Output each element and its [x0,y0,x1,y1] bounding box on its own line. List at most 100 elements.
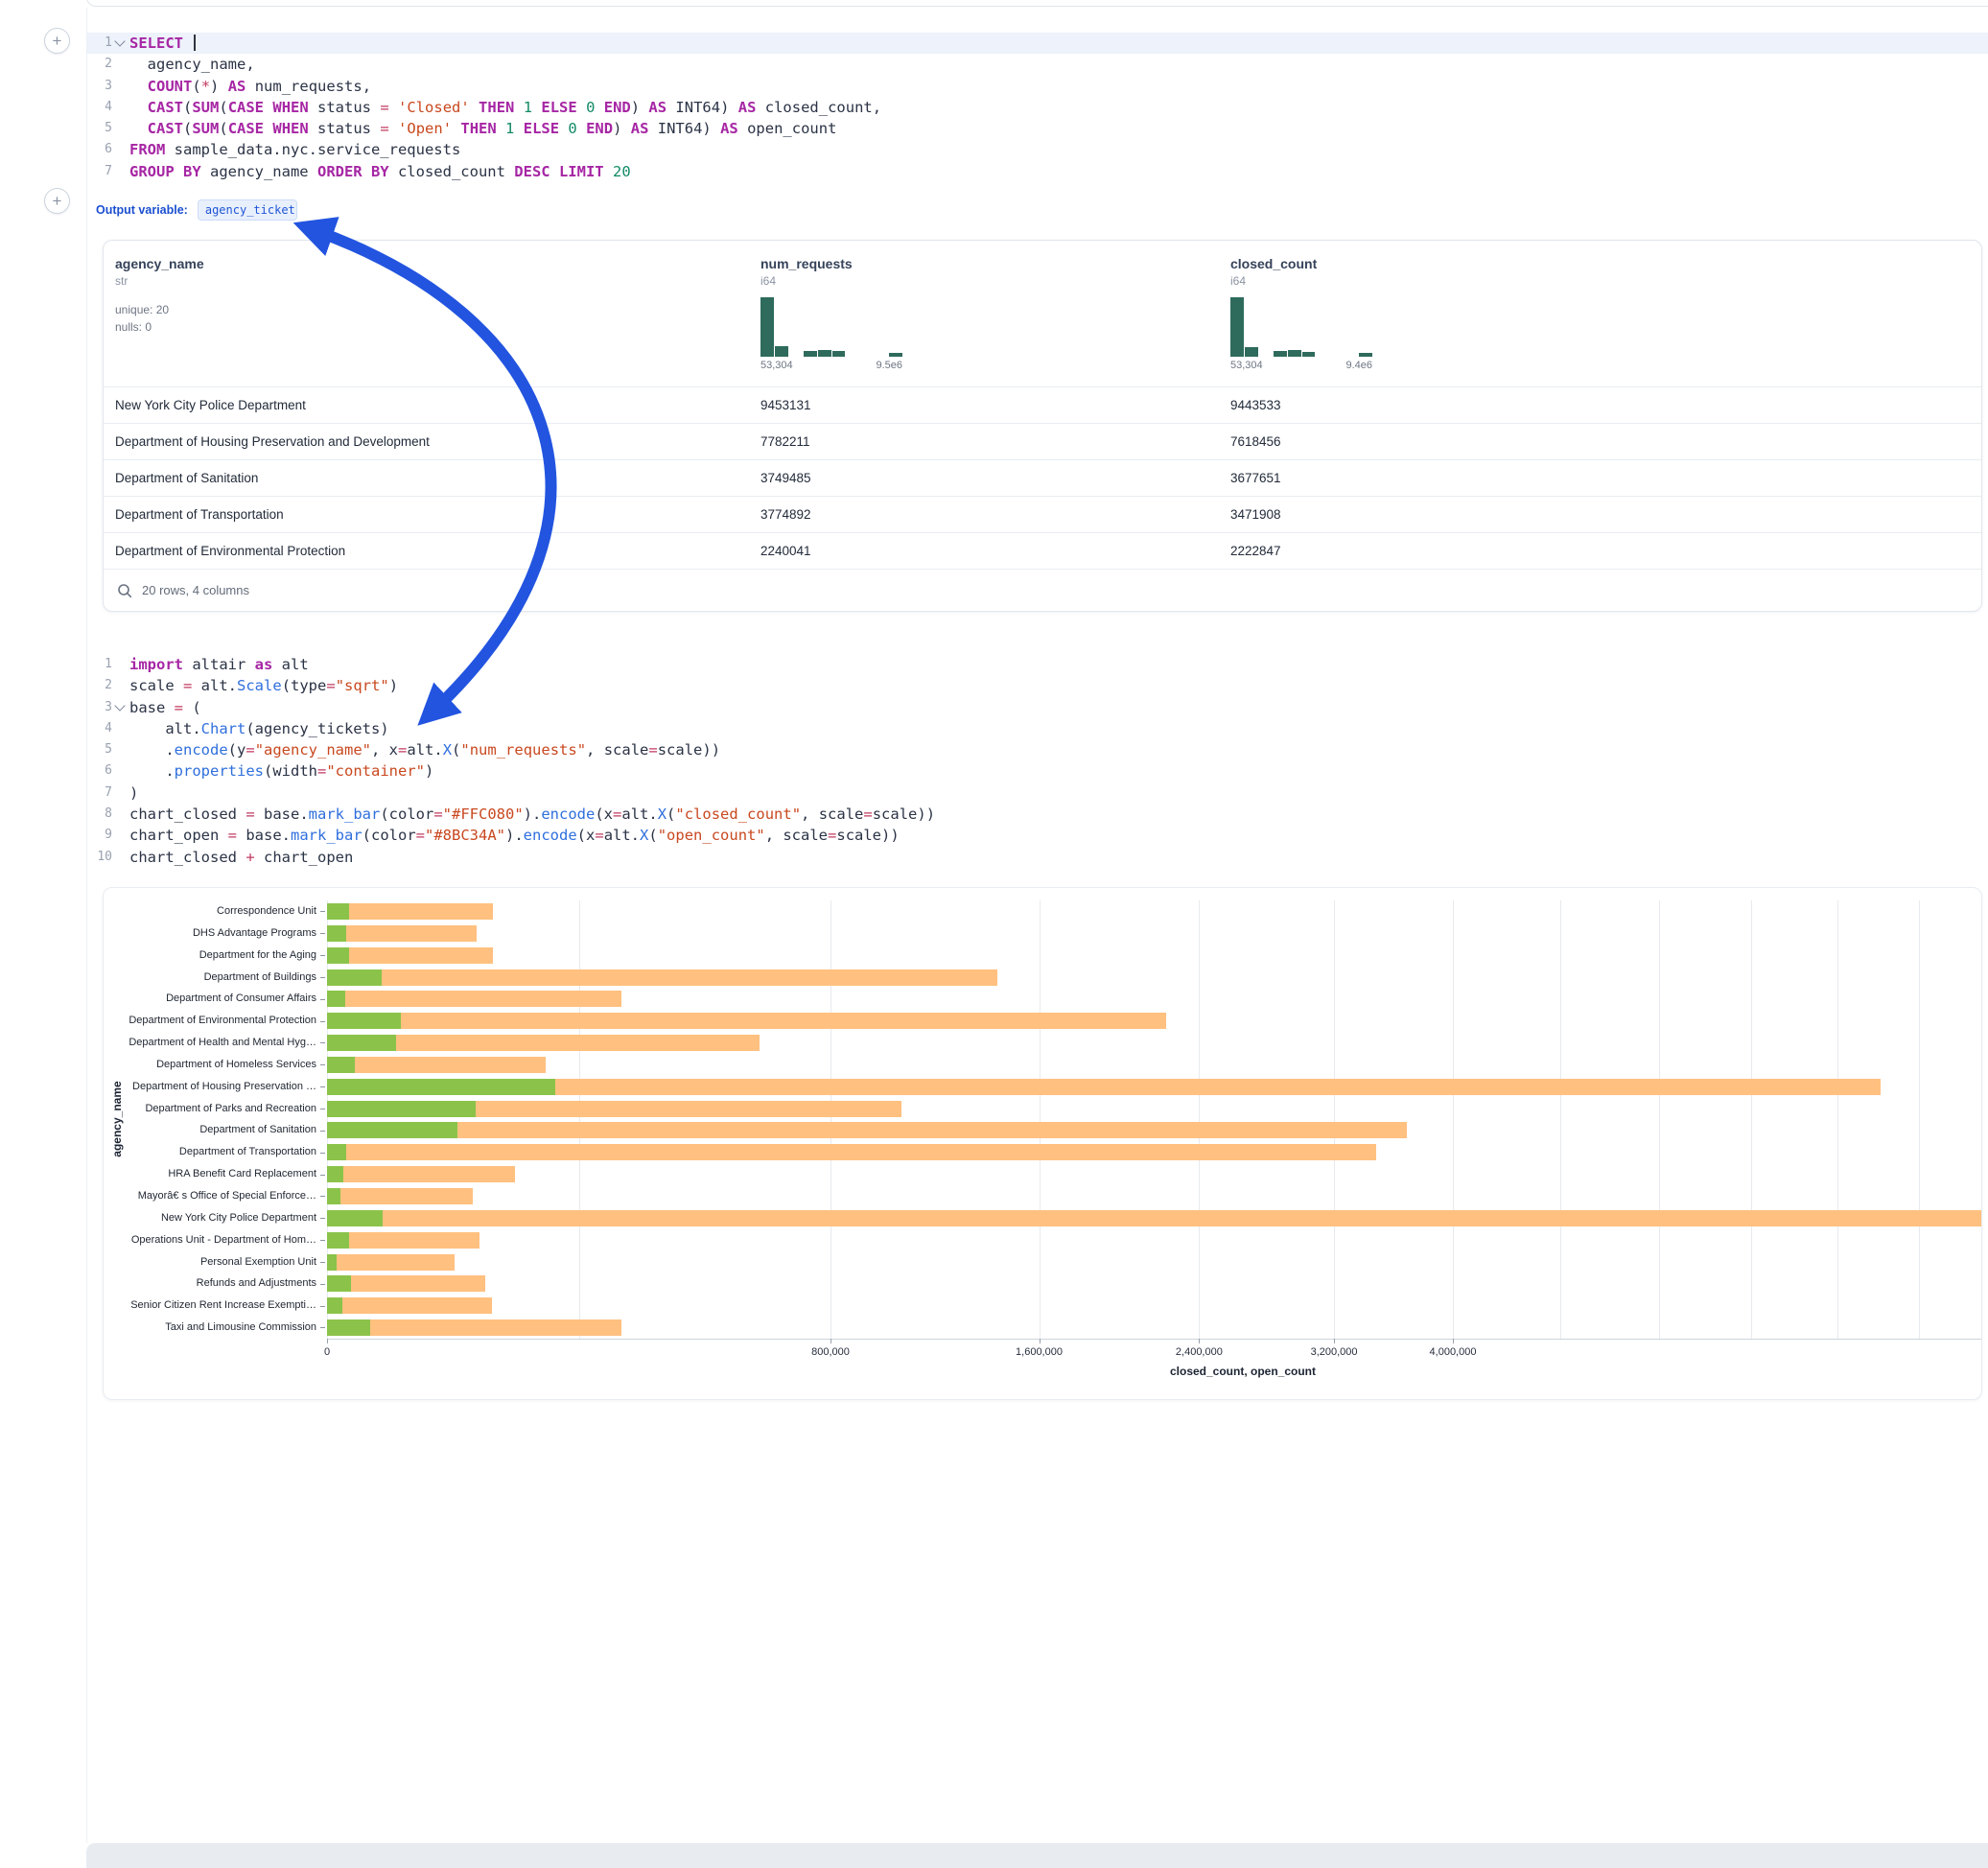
y-axis-label: Department of Environmental Protection [104,1010,316,1032]
code-line[interactable]: 2scale = alt.Scale(type="sqrt") [87,675,1988,696]
chart-row: Taxi and Limousine Commission [104,1317,1981,1339]
bar-closed_count[interactable] [327,991,621,1007]
column-header-closed-count: closed_count i64 53,304 9.4e6 [1219,241,1981,386]
table-row[interactable]: Department of Transportation377489234719… [104,496,1981,532]
bar-closed_count[interactable] [327,969,997,986]
code-line[interactable]: 9chart_open = base.mark_bar(color="#8BC3… [87,825,1988,846]
table-row[interactable]: Department of Environmental Protection22… [104,532,1981,569]
chart-row: Department of Environmental Protection [104,1010,1981,1032]
bar-open_count[interactable] [327,1297,342,1314]
code-line[interactable]: 4 CAST(SUM(CASE WHEN status = 'Closed' T… [87,97,1988,118]
bar-open_count[interactable] [327,903,349,920]
bar-open_count[interactable] [327,1275,351,1292]
code-line[interactable]: 8chart_closed = base.mark_bar(color="#FF… [87,804,1988,825]
line-number: 2 [95,675,112,696]
bar-closed_count[interactable] [327,1013,1166,1029]
add-cell-button-top[interactable]: + [44,28,70,54]
bar-open_count[interactable] [327,1144,346,1160]
column-name[interactable]: num_requests [760,256,1219,271]
bar-open_count[interactable] [327,1079,555,1095]
bar-closed_count[interactable] [327,1210,1982,1226]
chart-row: Department for the Aging [104,945,1981,967]
bar-open_count[interactable] [327,1188,340,1204]
bar-closed_count[interactable] [327,947,493,964]
line-number: 1 [95,33,112,54]
bar-open_count[interactable] [327,1035,396,1051]
bar-closed_count[interactable] [327,1188,473,1204]
code-line[interactable]: 5 CAST(SUM(CASE WHEN status = 'Open' THE… [87,118,1988,139]
column-name[interactable]: agency_name [115,256,749,271]
chart-row: Department of Housing Preservation … [104,1076,1981,1098]
table-cell: 3677651 [1219,471,1981,485]
column-header-num-requests: num_requests i64 53,304 9.5e6 [749,241,1219,386]
code-line[interactable]: 2 agency_name, [87,54,1988,75]
bar-group [327,1032,1981,1054]
bar-closed_count[interactable] [327,1232,479,1249]
x-axis-tick-label: 1,600,000 [1016,1346,1063,1358]
bar-closed_count[interactable] [327,1057,546,1073]
bar-open_count[interactable] [327,1166,343,1182]
python-editor-cell[interactable]: 1import altair as alt2scale = alt.Scale(… [87,654,1988,868]
fold-chevron-icon[interactable] [114,35,125,46]
bar-open_count[interactable] [327,1101,476,1117]
bar-open_count[interactable] [327,1254,337,1271]
bar-closed_count[interactable] [327,925,477,942]
line-number: 2 [95,54,112,75]
bar-open_count[interactable] [327,1232,349,1249]
bar-open_count[interactable] [327,1057,355,1073]
output-variable-badge[interactable]: agency_tickets [198,199,297,221]
code-line[interactable]: 7GROUP BY agency_name ORDER BY closed_co… [87,161,1988,182]
y-axis-label: Mayorâ€ s Office of Special Enforce… [104,1185,316,1207]
table-cell: 3749485 [749,471,1219,485]
bar-open_count[interactable] [327,1122,457,1138]
table-row[interactable]: Department of Housing Preservation and D… [104,423,1981,459]
next-cell-collapsed[interactable] [86,1843,1988,1868]
bar-closed_count[interactable] [327,1254,455,1271]
bar-open_count[interactable] [327,1210,383,1226]
line-number: 9 [95,825,112,846]
histogram-bar [1245,347,1258,357]
bar-closed_count[interactable] [327,1122,1407,1138]
chart-row: Mayorâ€ s Office of Special Enforce… [104,1185,1981,1207]
search-icon[interactable] [117,583,132,598]
code-line[interactable]: 7) [87,782,1988,804]
code-line[interactable]: 10chart_closed + chart_open [87,847,1988,868]
fold-chevron-icon[interactable] [114,700,125,711]
bar-open_count[interactable] [327,1013,401,1029]
code-line[interactable]: 1import altair as alt [87,654,1988,675]
bar-open_count[interactable] [327,991,345,1007]
bar-open_count[interactable] [327,969,382,986]
bar-closed_count[interactable] [327,1166,515,1182]
code-line[interactable]: 6FROM sample_data.nyc.service_requests [87,139,1988,160]
code-line[interactable]: 3 COUNT(*) AS num_requests, [87,76,1988,97]
add-cell-button-output[interactable]: + [44,188,70,214]
table-cell: Department of Transportation [104,507,749,522]
bar-closed_count[interactable] [327,1297,492,1314]
code-line[interactable]: 3base = ( [87,697,1988,718]
bar-closed_count[interactable] [327,1319,621,1336]
bar-closed_count[interactable] [327,903,493,920]
table-row[interactable]: New York City Police Department945313194… [104,386,1981,423]
code-line[interactable]: 4 alt.Chart(agency_tickets) [87,718,1988,739]
sql-editor-cell[interactable]: 1SELECT 2 agency_name,3 COUNT(*) AS num_… [87,33,1988,182]
bar-group [327,1098,1981,1120]
chart-row: Refunds and Adjustments [104,1273,1981,1295]
bar-open_count[interactable] [327,925,346,942]
bar-closed_count[interactable] [327,1144,1376,1160]
chart-row: Operations Unit - Department of Hom… [104,1229,1981,1251]
closed-count-histogram [1230,297,1372,357]
bar-open_count[interactable] [327,947,349,964]
y-axis-tick [316,1251,327,1273]
bar-open_count[interactable] [327,1319,370,1336]
code-line[interactable]: 1SELECT [87,33,1988,54]
code-line[interactable]: 6 .properties(width="container") [87,760,1988,782]
chart-row: HRA Benefit Card Replacement [104,1163,1981,1185]
column-name[interactable]: closed_count [1230,256,1981,271]
code-line[interactable]: 5 .encode(y="agency_name", x=alt.X("num_… [87,739,1988,760]
chart-x-axis-title: closed_count, open_count [1170,1365,1316,1378]
bar-closed_count[interactable] [327,1079,1881,1095]
y-axis-label: Correspondence Unit [104,900,316,922]
bar-group [327,1317,1981,1339]
table-row[interactable]: Department of Sanitation37494853677651 [104,459,1981,496]
output-variable-label: Output variable: [96,203,188,217]
